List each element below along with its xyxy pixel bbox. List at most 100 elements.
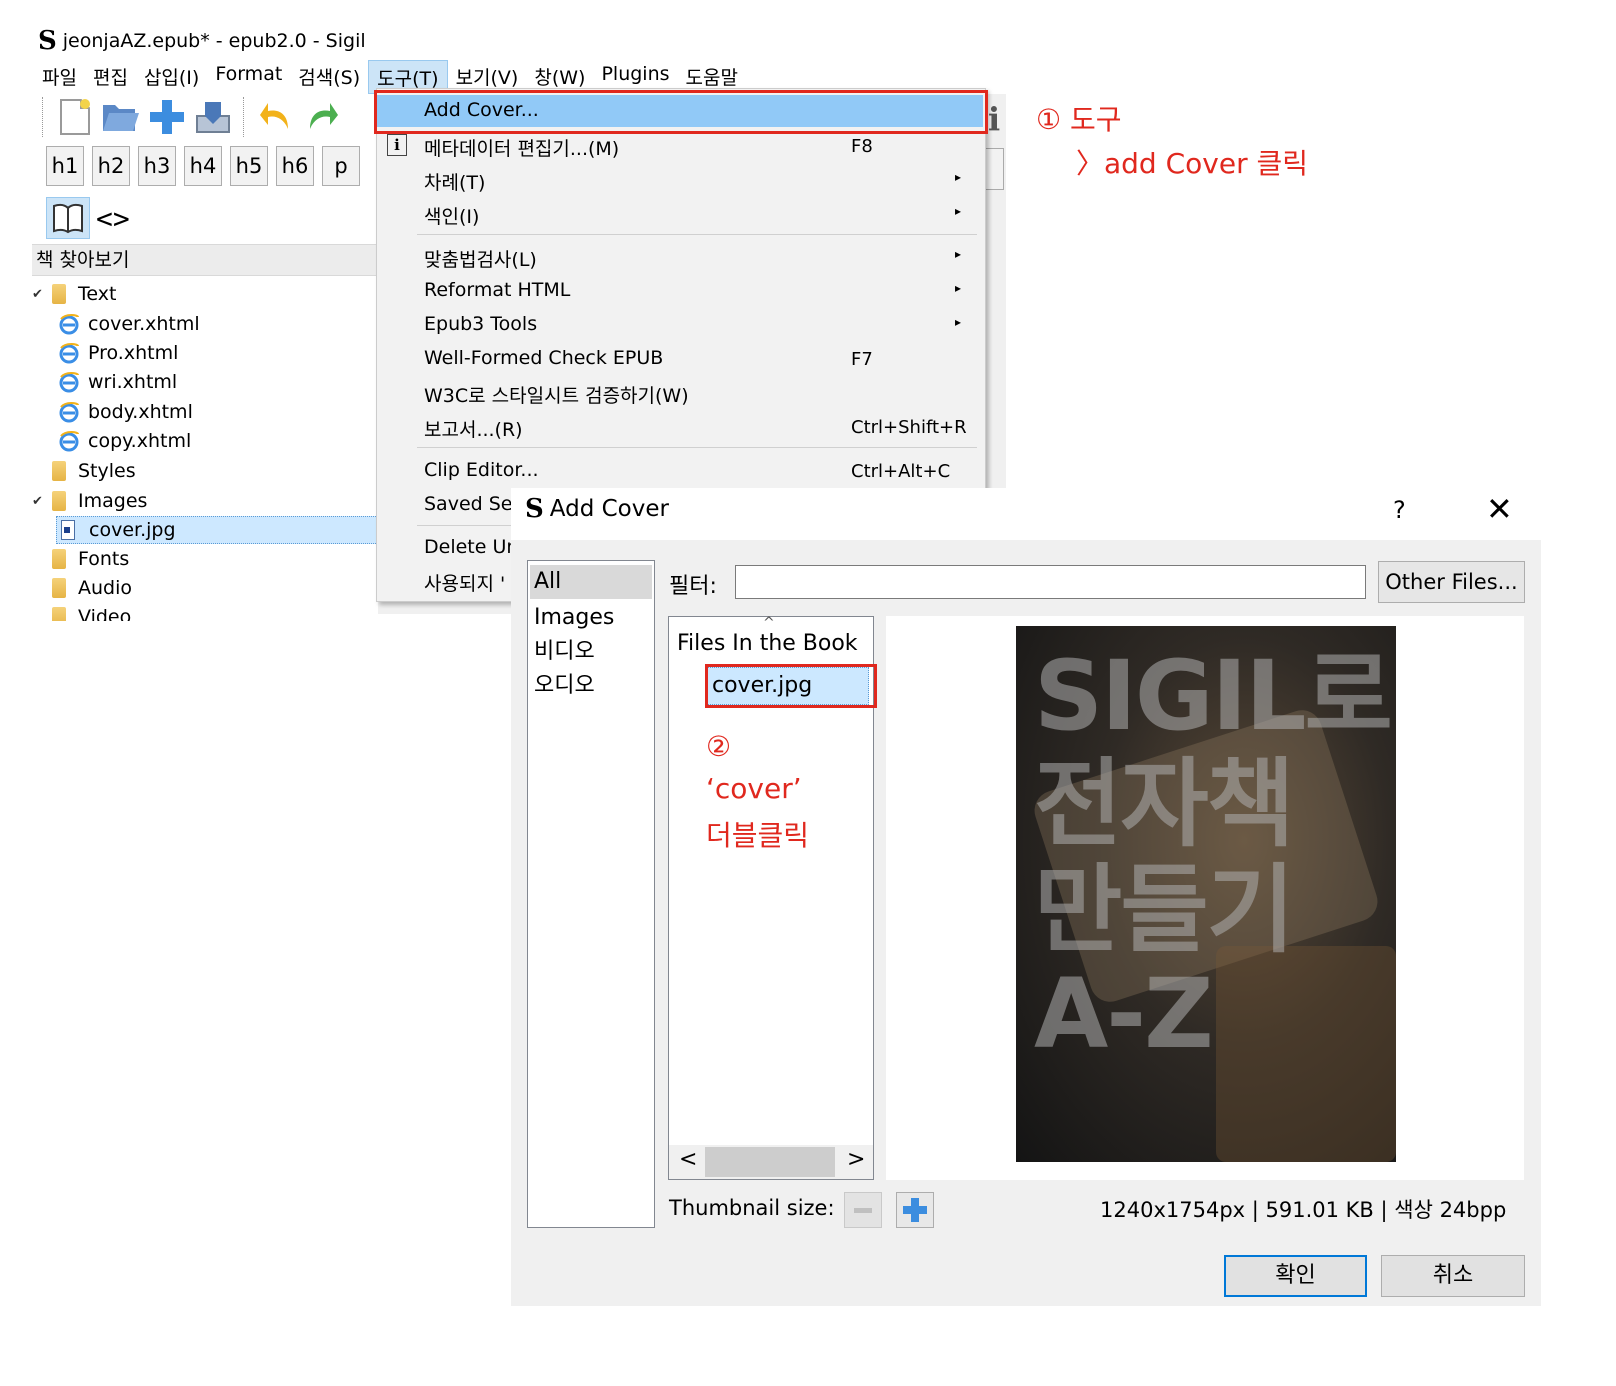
window-titlebar: S jeonjaAZ.epub* - epub2.0 - Sigil	[38, 26, 366, 56]
cover-text-line: A-Z	[1034, 958, 1214, 1070]
tree-item-label: Fonts	[78, 548, 130, 570]
menu-item-well-formed-check[interactable]: Well-Formed Check EPUB F7	[377, 343, 983, 375]
undo-icon[interactable]	[256, 97, 296, 137]
files-list-header[interactable]: Files In the Book	[677, 631, 858, 656]
heading-toolbar: h1 h2 h3 h4 h5 h6 p	[46, 146, 360, 190]
menu-item-clip-editor[interactable]: Clip Editor... Ctrl+Alt+C	[377, 455, 983, 487]
tree-file-body-xhtml[interactable]: body.xhtml	[58, 398, 193, 426]
heading-h1-button[interactable]: h1	[46, 146, 84, 186]
xhtml-file-icon	[58, 313, 80, 335]
menu-item-metadata-editor[interactable]: i 메타데이터 편집기...(M) F8	[377, 130, 983, 162]
menu-item-w3c-validate[interactable]: W3C로 스타일시트 검증하기(W)	[377, 377, 983, 409]
scroll-left-icon[interactable]: <	[679, 1147, 697, 1172]
image-info-text: 1240x1754px | 591.01 KB | 색상 24bpp	[1100, 1198, 1507, 1222]
menu-item-index[interactable]: 색인(I) ▸	[377, 198, 983, 230]
tree-file-cover-xhtml[interactable]: cover.xhtml	[58, 310, 200, 338]
menu-item-label: 메타데이터 편집기...(M)	[424, 138, 620, 160]
menu-item-label: Well-Formed Check EPUB	[424, 347, 664, 369]
menu-item-spellcheck[interactable]: 맞춤법검사(L) ▸	[377, 241, 983, 273]
tree-file-copy-xhtml[interactable]: copy.xhtml	[58, 427, 191, 455]
menu-search[interactable]: 검색(S)	[290, 60, 368, 92]
add-file-icon[interactable]	[147, 97, 187, 137]
category-all[interactable]: All	[530, 565, 652, 599]
menu-file[interactable]: 파일	[34, 60, 85, 92]
toolbar-separator	[42, 97, 45, 137]
tree-folder-video[interactable]: Video	[46, 603, 131, 621]
menu-item-label: Epub3 Tools	[424, 313, 538, 335]
tree-file-cover-jpg[interactable]: cover.jpg	[56, 516, 378, 544]
chevron-down-icon[interactable]: ✔	[32, 287, 46, 302]
heading-h5-button[interactable]: h5	[230, 146, 268, 186]
submenu-arrow-icon: ▸	[955, 281, 962, 295]
filter-input[interactable]	[735, 565, 1366, 599]
heading-h6-button[interactable]: h6	[276, 146, 314, 186]
redo-icon[interactable]	[302, 97, 342, 137]
menu-item-reports[interactable]: 보고서...(R) Ctrl+Shift+R	[377, 411, 983, 443]
sigil-logo-icon: S	[525, 494, 544, 524]
tree-folder-audio[interactable]: Audio	[46, 574, 132, 602]
heading-h3-button[interactable]: h3	[138, 146, 176, 186]
folder-icon	[52, 491, 66, 511]
open-folder-icon[interactable]	[101, 97, 141, 137]
tree-item-label: Audio	[78, 577, 133, 599]
annotation-step2-number: ②	[706, 730, 732, 763]
close-icon[interactable]: ✕	[1486, 490, 1513, 528]
tree-folder-styles[interactable]: Styles	[46, 457, 136, 485]
menu-item-epub3-tools[interactable]: Epub3 Tools ▸	[377, 309, 983, 341]
tree-item-label: Images	[78, 490, 148, 512]
menu-item-reformat-html[interactable]: Reformat HTML ▸	[377, 275, 983, 307]
thumbnail-increase-button[interactable]	[896, 1192, 934, 1228]
scrollbar-thumb[interactable]	[705, 1147, 835, 1177]
tree-file-wri-xhtml[interactable]: wri.xhtml	[58, 368, 177, 396]
menu-item-label: W3C로 스타일시트 검증하기(W)	[424, 385, 689, 407]
tree-item-label: Styles	[78, 460, 136, 482]
view-toolbar: <>	[46, 196, 130, 240]
tree-folder-text[interactable]: ✔ Text	[32, 280, 116, 308]
cancel-button[interactable]: 취소	[1381, 1255, 1525, 1297]
heading-h4-button[interactable]: h4	[184, 146, 222, 186]
info-icon: i	[387, 134, 407, 156]
category-images[interactable]: Images	[530, 601, 652, 635]
submenu-arrow-icon: ▸	[955, 315, 962, 329]
thumbnail-decrease-button[interactable]	[844, 1192, 882, 1228]
book-view-icon[interactable]	[46, 197, 90, 239]
info-icon[interactable]: i	[988, 100, 1000, 138]
menu-insert[interactable]: 삽입(I)	[136, 60, 207, 92]
book-browser-tree: ✔ Text cover.xhtml Pro.xhtml wri.xhtml b…	[32, 278, 378, 621]
ok-button[interactable]: 확인	[1224, 1255, 1367, 1297]
tree-item-label: Video	[78, 606, 132, 621]
save-icon[interactable]	[193, 97, 233, 137]
menu-edit[interactable]: 편집	[85, 60, 136, 92]
new-file-icon[interactable]	[55, 97, 95, 137]
menu-item-toc[interactable]: 차례(T) ▸	[377, 164, 983, 196]
other-files-button[interactable]: Other Files...	[1378, 561, 1525, 603]
menu-item-label: Saved Sea	[424, 493, 525, 515]
submenu-arrow-icon: ▸	[955, 170, 962, 184]
menu-format[interactable]: Format	[207, 60, 290, 92]
menu-item-shortcut: F7	[851, 349, 873, 370]
tree-item-label: Text	[78, 283, 117, 305]
tree-item-label: cover.xhtml	[88, 313, 200, 335]
heading-h2-button[interactable]: h2	[92, 146, 130, 186]
chevron-down-icon[interactable]: ✔	[32, 494, 46, 509]
image-file-icon	[61, 520, 75, 540]
code-view-icon[interactable]: <>	[96, 202, 130, 235]
xhtml-file-icon	[58, 401, 80, 423]
menu-item-shortcut: Ctrl+Alt+C	[851, 461, 951, 482]
submenu-arrow-icon: ▸	[955, 247, 962, 261]
cover-text-line: SIGIL로	[1034, 640, 1393, 752]
folder-icon	[52, 607, 66, 621]
tree-folder-fonts[interactable]: Fonts	[46, 545, 129, 573]
tree-file-pro-xhtml[interactable]: Pro.xhtml	[58, 339, 178, 367]
menu-separator	[417, 447, 977, 448]
scroll-right-icon[interactable]: >	[847, 1147, 865, 1172]
folder-icon	[52, 284, 66, 304]
horizontal-scrollbar[interactable]: < >	[669, 1145, 873, 1179]
help-icon[interactable]: ?	[1393, 496, 1406, 524]
tree-folder-images[interactable]: ✔ Images	[32, 487, 147, 515]
category-video[interactable]: 비디오	[530, 635, 652, 669]
category-audio[interactable]: 오디오	[530, 669, 652, 703]
annotation-step1-line1: ① 도구	[1036, 103, 1122, 136]
thumbnail-size-label: Thumbnail size:	[669, 1196, 835, 1220]
paragraph-button[interactable]: p	[322, 146, 360, 186]
